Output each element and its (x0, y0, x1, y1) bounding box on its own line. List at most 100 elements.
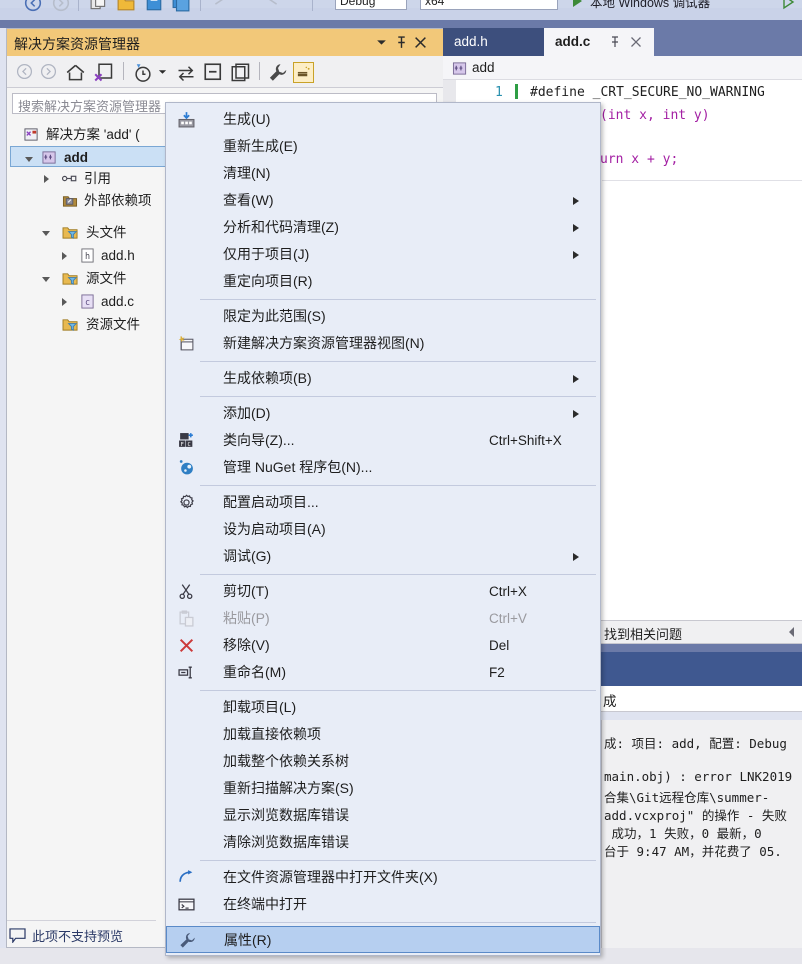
twisty-expanded-icon[interactable] (42, 277, 50, 282)
menu-item-25[interactable]: 清除浏览数据库错误 (166, 829, 600, 856)
menu-item-label: 生成(U) (223, 111, 271, 127)
menu-item-26[interactable]: 在文件资源管理器中打开文件夹(X) (166, 864, 600, 891)
menu-item-22[interactable]: 加载整个依赖关系树 (166, 748, 600, 775)
twisty-expanded-icon[interactable] (42, 231, 50, 236)
navigate-backward-icon[interactable] (24, 0, 42, 12)
chevron-right-icon[interactable] (573, 375, 579, 383)
menu-separator (200, 574, 596, 575)
editor-navigation-bar (443, 56, 802, 80)
sync-icon[interactable] (176, 63, 196, 83)
start-debugging-label[interactable]: 本地 Windows 调试器 (590, 0, 710, 11)
menu-item-18[interactable]: 移除(V) Del (166, 632, 600, 659)
chevron-right-icon[interactable] (573, 224, 579, 232)
menu-item-7[interactable]: 限定为此范围(S) (166, 303, 600, 330)
pin-icon[interactable] (609, 36, 621, 48)
menu-item-12[interactable]: 管理 NuGet 程序包(N)... (166, 454, 600, 481)
close-icon[interactable] (414, 36, 427, 49)
output-line-3: main.obj) : error LNK2019 (604, 769, 793, 784)
chevron-left-icon[interactable] (786, 625, 797, 639)
new-se-view-icon (178, 336, 194, 351)
menu-item-27[interactable]: 在终端中打开 (166, 891, 600, 918)
open-file-icon[interactable] (117, 0, 135, 12)
start-debugging-icon[interactable] (573, 0, 582, 7)
header-file-icon: h (81, 248, 94, 263)
menu-item-24[interactable]: 显示浏览数据库错误 (166, 802, 600, 829)
svg-text:C: C (188, 442, 191, 448)
collapse-all-icon[interactable] (204, 63, 224, 83)
twisty-collapsed-icon[interactable] (44, 175, 49, 183)
close-icon[interactable] (630, 36, 642, 48)
menu-item-21[interactable]: 加载直接依赖项 (166, 721, 600, 748)
menu-item-6[interactable]: 重定向项目(R) (166, 268, 600, 295)
chevron-right-icon[interactable] (573, 197, 579, 205)
preview-selected-items-icon[interactable] (296, 65, 311, 80)
editor-divider (602, 180, 802, 181)
properties-wrench-icon[interactable] (268, 63, 288, 83)
sync-with-active-document-icon[interactable] (94, 63, 114, 83)
save-all-icon[interactable] (172, 0, 190, 12)
tree-label: add.c (101, 294, 135, 309)
menu-separator (200, 922, 596, 923)
twisty-expanded-icon[interactable] (25, 157, 33, 162)
menu-item-16[interactable]: 剪切(T) Ctrl+X (166, 578, 600, 605)
tab-add-h[interactable]: add.h (443, 28, 544, 56)
show-all-files-icon[interactable] (231, 63, 251, 83)
toolbar-separator-2 (200, 0, 201, 11)
chevron-down-icon[interactable] (375, 36, 388, 49)
error-list-row-divider (600, 644, 802, 652)
chevron-right-icon[interactable] (573, 410, 579, 418)
filter-folder-icon (62, 273, 78, 285)
menu-item-10[interactable]: 添加(D) (166, 400, 600, 427)
menu-item-28[interactable]: 属性(R) (166, 926, 600, 953)
twisty-collapsed-icon[interactable] (62, 252, 67, 260)
cpp-project-icon (42, 151, 56, 164)
menu-item-4[interactable]: 分析和代码清理(Z) (166, 214, 600, 241)
menu-item-11[interactable]: F C 类向导(Z)... Ctrl+Shift+X (166, 427, 600, 454)
tree-label: 源文件 (86, 271, 127, 286)
toolbar-bottom-divider (0, 20, 802, 28)
menu-item-9[interactable]: 生成依赖项(B) (166, 365, 600, 392)
chevron-down-icon[interactable] (158, 68, 167, 76)
menu-item-13[interactable]: 配置启动项目... (166, 489, 600, 516)
close-x-icon (179, 638, 194, 653)
chevron-right-icon[interactable] (573, 251, 579, 259)
pin-icon[interactable] (395, 36, 408, 49)
menu-item-label: 限定为此范围(S) (223, 308, 326, 324)
filter-folder-icon (62, 227, 78, 239)
menu-item-0[interactable]: 生成(U) (166, 106, 600, 133)
home-icon[interactable] (66, 63, 85, 82)
menu-item-label: 添加(D) (223, 405, 271, 421)
menu-item-8[interactable]: 新建解决方案资源管理器视图(N) (166, 330, 600, 357)
menu-item-label: 新建解决方案资源管理器视图(N) (223, 335, 425, 351)
toolbar-separator-3 (312, 0, 313, 11)
pending-changes-filter-icon[interactable] (133, 63, 153, 83)
clipboard-icon (179, 610, 194, 627)
open-folder-arrow-icon (179, 870, 193, 882)
solution-platform-combo[interactable]: x64 (420, 0, 558, 10)
menu-item-2[interactable]: 清理(N) (166, 160, 600, 187)
start-without-debugging-icon[interactable] (780, 0, 796, 10)
menu-item-5[interactable]: 仅用于项目(J) (166, 241, 600, 268)
filter-folder-icon (62, 319, 78, 331)
editor-nav-scope[interactable]: add (472, 60, 495, 75)
code-line-1: #define _CRT_SECURE_NO_WARNING (530, 85, 765, 100)
save-file-icon[interactable] (145, 0, 163, 12)
menu-item-14[interactable]: 设为启动项目(A) (166, 516, 600, 543)
menu-item-15[interactable]: 调试(G) (166, 543, 600, 570)
tree-label: add (64, 150, 89, 165)
new-project-icon[interactable] (90, 0, 108, 12)
menu-item-3[interactable]: 查看(W) (166, 187, 600, 214)
menu-item-label: 在终端中打开 (223, 896, 307, 912)
menu-item-19[interactable]: 重命名(M) F2 (166, 659, 600, 686)
menu-item-20[interactable]: 卸载项目(L) (166, 694, 600, 721)
twisty-collapsed-icon[interactable] (62, 298, 67, 306)
menu-item-1[interactable]: 重新生成(E) (166, 133, 600, 160)
menu-item-label: 重命名(M) (223, 664, 286, 680)
solution-configuration-combo[interactable]: Debug (335, 0, 407, 10)
se-toolbar-separator (123, 62, 124, 80)
solution-explorer-title: 解决方案资源管理器 (14, 36, 140, 52)
preview-unavailable-icon (9, 928, 26, 943)
output-tab-label[interactable]: 成 (603, 690, 617, 710)
menu-item-23[interactable]: 重新扫描解决方案(S) (166, 775, 600, 802)
chevron-right-icon[interactable] (573, 553, 579, 561)
